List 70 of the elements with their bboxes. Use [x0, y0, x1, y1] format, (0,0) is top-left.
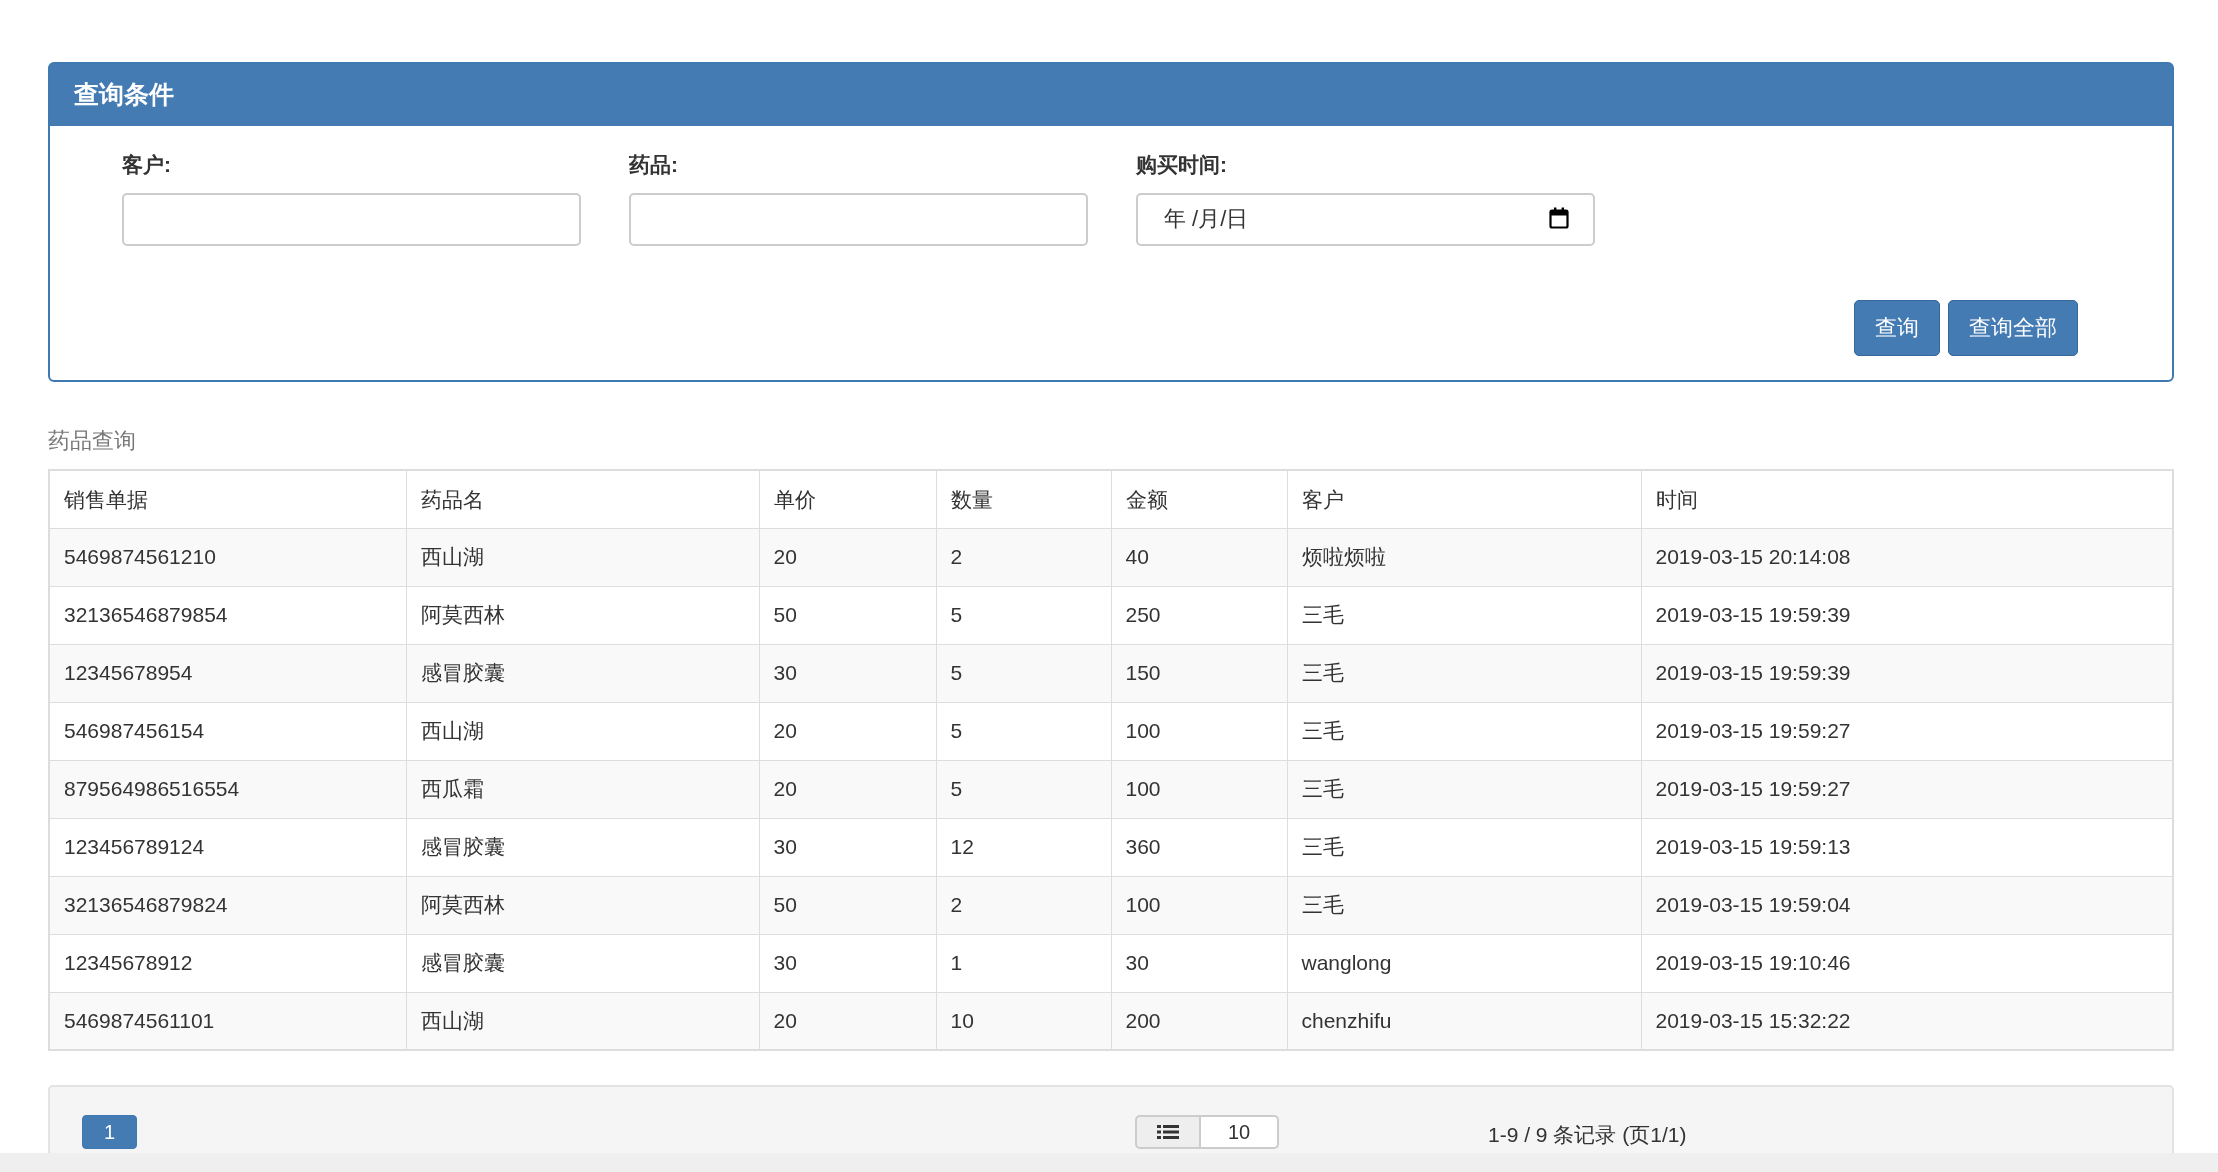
table-cell: 1 [936, 934, 1111, 992]
table-cell: 感冒胶囊 [406, 644, 759, 702]
table-cell: 西山湖 [406, 528, 759, 586]
table-cell: 32136546879824 [49, 876, 406, 934]
table-cell: 2 [936, 528, 1111, 586]
calendar-icon[interactable] [1549, 206, 1569, 229]
list-icon [1157, 1124, 1179, 1140]
table-cell: 阿莫西林 [406, 876, 759, 934]
column-header: 数量 [936, 470, 1111, 528]
table-cell: 感冒胶囊 [406, 934, 759, 992]
text-field[interactable] [629, 192, 1088, 246]
table-cell: 32136546879854 [49, 586, 406, 644]
table-cell: 100 [1111, 876, 1287, 934]
table-cell: 5 [936, 586, 1111, 644]
table-cell: 30 [1111, 934, 1287, 992]
table-cell: 40 [1111, 528, 1287, 586]
column-header: 金额 [1111, 470, 1287, 528]
table-cell: 100 [1111, 702, 1287, 760]
query-all-button[interactable]: 查询全部 [1948, 299, 2078, 356]
page-size-select[interactable]: 10 [1201, 1115, 1279, 1149]
table-caption: 药品查询 [48, 427, 137, 455]
table-cell: 西山湖 [406, 702, 759, 760]
table-cell: 30 [759, 818, 936, 876]
table-cell: 20 [759, 760, 936, 818]
table-cell: 三毛 [1287, 644, 1641, 702]
column-header: 客户 [1287, 470, 1641, 528]
table-cell: 12345678912 [49, 934, 406, 992]
text-field[interactable] [122, 192, 581, 246]
table-cell: 150 [1111, 644, 1287, 702]
page-button[interactable]: 1 [82, 1115, 137, 1149]
table-cell: 50 [759, 586, 936, 644]
table-cell: 5 [936, 644, 1111, 702]
table-cell: 2 [936, 876, 1111, 934]
table-cell: 三毛 [1287, 818, 1641, 876]
table-cell: 三毛 [1287, 586, 1641, 644]
table-cell: 5 [936, 702, 1111, 760]
table-cell: 100 [1111, 760, 1287, 818]
table-cell: 烦啦烦啦 [1287, 528, 1641, 586]
table-cell: 阿莫西林 [406, 586, 759, 644]
table-cell: 360 [1111, 818, 1287, 876]
column-header: 销售单据 [49, 470, 406, 528]
panel-title: 查询条件 [50, 64, 2172, 126]
table-cell: 123456789124 [49, 818, 406, 876]
table-cell: 30 [759, 644, 936, 702]
record-summary: 1-9 / 9 条记录 (页1/1) [1488, 1122, 1687, 1148]
table-cell: 20 [759, 528, 936, 586]
table-cell: wanglong [1287, 934, 1641, 992]
column-header: 药品名 [406, 470, 759, 528]
table-cell: 879564986516554 [49, 760, 406, 818]
field-label: 药品: [629, 152, 678, 178]
table-cell: 12345678954 [49, 644, 406, 702]
table-cell: 20 [759, 702, 936, 760]
table-cell: 50 [759, 876, 936, 934]
table-cell: 30 [759, 934, 936, 992]
query-button[interactable]: 查询 [1854, 299, 1940, 356]
table-cell: 三毛 [1287, 702, 1641, 760]
table-cell: 12 [936, 818, 1111, 876]
table-cell: 5469874561210 [49, 528, 406, 586]
field-label: 购买时间: [1136, 152, 1227, 178]
table-cell: 西瓜霜 [406, 760, 759, 818]
date-field[interactable]: 年 /月/日 [1136, 192, 1595, 246]
table-cell: 三毛 [1287, 876, 1641, 934]
table-cell: 三毛 [1287, 760, 1641, 818]
table-cell: 5 [936, 760, 1111, 818]
page-size-menu-button[interactable] [1135, 1115, 1201, 1149]
table-cell: 感冒胶囊 [406, 818, 759, 876]
table-cell: 546987456154 [49, 702, 406, 760]
table-cell: 250 [1111, 586, 1287, 644]
column-header: 单价 [759, 470, 936, 528]
field-label: 客户: [122, 152, 171, 178]
